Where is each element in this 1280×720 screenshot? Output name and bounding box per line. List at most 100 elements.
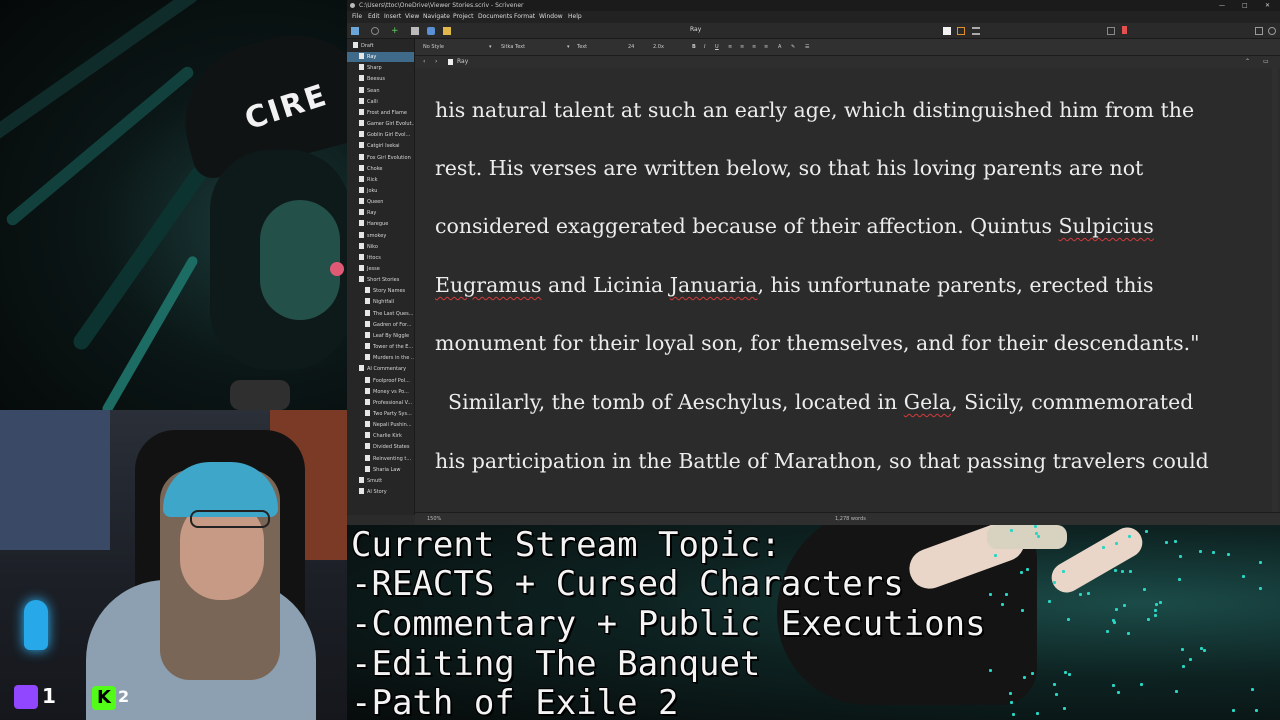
binder-item[interactable]: Charlie Kirk [347,431,414,441]
binder-item[interactable]: Ray [347,208,414,218]
style-select[interactable]: No Style [423,44,444,50]
binder-item-label: Haregue [367,221,389,228]
forward-arrow-icon[interactable]: › [435,56,437,68]
close-button[interactable]: ✕ [1265,0,1270,11]
document-icon [365,287,370,294]
binder-item[interactable]: Beesus [347,74,414,84]
binder-item[interactable]: Gadren of For... [347,320,414,330]
binder-item[interactable]: Money vs Po... [347,387,414,397]
binder-item[interactable]: Niko [347,242,414,252]
binder-item[interactable]: Nightfall [347,297,414,307]
italic-button[interactable]: I [704,44,705,50]
binder-item[interactable]: Foolproof Pol... [347,376,414,386]
add-icon[interactable]: + [391,27,399,36]
edit-icon[interactable] [443,27,451,35]
justify-icon[interactable]: ≡ [764,44,768,50]
binder-item[interactable]: Two Party Sys... [347,409,414,419]
document-icon [359,476,364,483]
binder-toggle-icon[interactable] [351,27,359,35]
align-center-icon[interactable]: ≡ [740,44,744,50]
editor-scrollbar[interactable] [1272,68,1278,512]
menu-file[interactable]: File [352,11,362,23]
align-right-icon[interactable]: ≡ [752,44,756,50]
binder-item[interactable]: Sean [347,86,414,96]
editor-line: rest. His verses are written below, so t… [435,156,1144,180]
corkboard-icon[interactable] [957,27,965,35]
font-size-select[interactable]: 24 [628,44,634,50]
menu-navigate[interactable]: Navigate [423,11,450,23]
editor-line: considered exaggerated because of their … [435,214,1154,238]
menu-insert[interactable]: Insert [384,11,401,23]
binder-item[interactable]: Ray [347,52,414,63]
font-select[interactable]: Sitka Text [501,44,525,50]
menu-help[interactable]: Help [568,11,582,23]
misspelled-word[interactable]: Januaria [670,273,758,297]
minimize-button[interactable]: — [1219,0,1225,11]
zoom-level[interactable]: 150% [427,513,441,525]
inspector-icon[interactable] [1255,27,1263,35]
binder-item[interactable]: Murders in the ... [347,353,414,363]
typeface-select[interactable]: Text [577,44,587,50]
binder-item[interactable]: Joku [347,186,414,196]
underline-button[interactable]: U [715,44,719,50]
line-spacing-select[interactable]: 2.0x [653,44,664,50]
binder-item[interactable]: Catgirl Isekai [347,141,414,151]
binder-item[interactable]: Queen [347,197,414,207]
binder-item[interactable]: Rick [347,175,414,185]
misspelled-word[interactable]: Eugramus [435,273,541,297]
link-icon[interactable] [427,27,435,35]
page-view-icon[interactable] [943,27,951,35]
split-icon[interactable]: ▭ [1263,56,1269,68]
binder-item[interactable]: Tower of the E... [347,342,414,352]
binder-item[interactable]: Smutt [347,476,414,486]
binder-item[interactable]: Draft [347,41,414,51]
menu-format[interactable]: Format [514,11,535,23]
binder-item[interactable]: Ittocs [347,253,414,263]
text-color-icon[interactable]: A [778,44,781,50]
list-icon[interactable]: ☰ [805,44,809,50]
art-speck [1111,619,1115,623]
binder-item[interactable]: Divided States [347,442,414,452]
menu-view[interactable]: View [405,11,419,23]
binder-item[interactable]: Sharia Law [347,465,414,475]
binder-item[interactable]: smokey [347,231,414,241]
share-icon[interactable] [1107,27,1115,35]
binder-item[interactable]: Short Stories [347,275,414,285]
bold-button[interactable]: B [692,44,696,50]
menu-edit[interactable]: Edit [368,11,380,23]
back-arrow-icon[interactable]: ‹ [423,56,425,68]
binder-item[interactable]: Haregue [347,219,414,229]
binder-item[interactable]: Calli [347,97,414,107]
text-editor[interactable]: his natural talent at such an early age,… [415,68,1280,512]
up-arrow-icon[interactable]: ⌃ [1245,56,1250,68]
binder-item[interactable]: Fox Girl Evolution [347,153,414,163]
binder-item[interactable]: The Last Ques... [347,309,414,319]
history-icon[interactable] [371,27,379,35]
bookmark-icon[interactable] [1122,26,1127,34]
binder-item[interactable]: AI Story [347,487,414,497]
binder-item[interactable]: Sharp [347,63,414,73]
trash-icon[interactable] [411,27,419,35]
binder-item[interactable]: Story Names [347,286,414,296]
maximize-button[interactable]: □ [1242,0,1248,11]
info-icon[interactable] [1268,27,1276,35]
binder-item[interactable]: Nepali Pushin... [347,420,414,430]
highlight-icon[interactable]: ✎ [791,44,795,50]
binder-item[interactable]: Frost and Flame [347,108,414,118]
binder-item[interactable]: Gamer Girl Evolut... [347,119,414,129]
align-left-icon[interactable]: ≡ [728,44,732,50]
outline-icon[interactable] [972,27,980,35]
binder-item[interactable]: Leaf By Niggle [347,331,414,341]
binder-item[interactable]: Jesse [347,264,414,274]
misspelled-word[interactable]: Sulpicius [1059,214,1154,238]
menu-window[interactable]: Window [539,11,563,23]
menu-documents[interactable]: Documents [478,11,512,23]
binder-item[interactable]: Reinventing t... [347,454,414,464]
binder-item[interactable]: Goblin Girl Evol... [347,130,414,140]
binder-item[interactable]: AI Commentary [347,364,414,374]
art-speck [988,593,992,597]
misspelled-word[interactable]: Gela [904,390,951,414]
menu-project[interactable]: Project [453,11,474,23]
binder-item[interactable]: Professional V... [347,398,414,408]
binder-item[interactable]: Choke [347,164,414,174]
